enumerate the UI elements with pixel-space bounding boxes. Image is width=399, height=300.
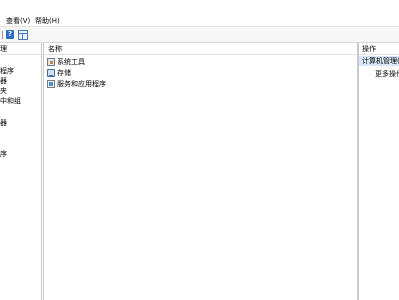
list-item-storage[interactable]: 存储: [47, 69, 71, 79]
list-item-services-apps[interactable]: 服务和应用程序: [47, 80, 106, 90]
actions-header: 操作: [359, 43, 399, 55]
list-item-system-tools[interactable]: 系统工具: [47, 58, 85, 68]
services-apps-icon: [47, 80, 55, 88]
more-actions-link[interactable]: 更多操作: [375, 70, 399, 79]
console-tree-header: 理: [0, 43, 41, 55]
actions-section-label: 计算机管理(本: [362, 57, 399, 65]
column-header-label: 名称: [48, 45, 62, 53]
tree-item[interactable]: 序: [0, 150, 7, 159]
details-pane: 名称 系统工具 存储 服务和应用程序: [43, 43, 358, 300]
menu-bar: 查看(V) 帮助(H): [0, 0, 399, 27]
tree-item[interactable]: 夹: [0, 87, 7, 96]
list-item-label: 存储: [57, 69, 71, 77]
help-icon[interactable]: ?: [6, 30, 14, 39]
show-hide-pane-icon[interactable]: [18, 30, 28, 40]
menu-help[interactable]: 帮助(H): [35, 17, 60, 26]
storage-icon: [47, 69, 55, 77]
toolbar-separator: [2, 31, 3, 39]
menu-view[interactable]: 查看(V): [6, 17, 30, 26]
actions-header-label: 操作: [362, 45, 376, 53]
list-item-label: 系统工具: [57, 58, 85, 66]
column-header-name[interactable]: 名称: [44, 43, 357, 55]
toolbar: ?: [0, 27, 399, 43]
console-tree-pane: 理 程序 器 夹 中和组 器 序: [0, 43, 42, 300]
tree-item[interactable]: 器: [0, 119, 7, 128]
console-tree-header-label: 理: [0, 45, 7, 53]
list-item-label: 服务和应用程序: [57, 80, 106, 88]
tree-item[interactable]: 器: [0, 77, 7, 86]
system-tools-icon: [47, 58, 55, 66]
tree-item[interactable]: 程序: [0, 67, 14, 76]
actions-pane: 操作 计算机管理(本 更多操作: [358, 43, 399, 300]
actions-section-computer-management[interactable]: 计算机管理(本: [359, 56, 399, 66]
tree-item[interactable]: 中和组: [0, 97, 21, 106]
